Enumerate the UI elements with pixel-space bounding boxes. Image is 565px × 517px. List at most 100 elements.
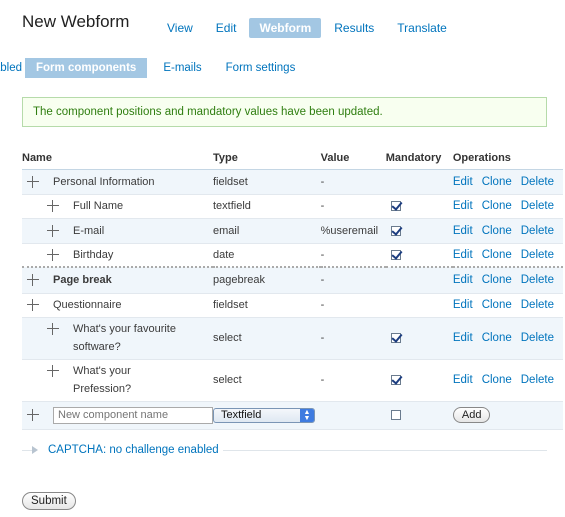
- tab-webform[interactable]: Webform: [249, 18, 322, 38]
- status-message: The component positions and mandatory va…: [22, 97, 547, 127]
- header-value: Value: [320, 147, 386, 170]
- drag-handle-icon[interactable]: [27, 299, 39, 311]
- mandatory-checkbox[interactable]: [390, 201, 401, 212]
- clone-link[interactable]: Clone: [482, 332, 512, 344]
- delete-link[interactable]: Delete: [521, 299, 554, 311]
- component-value: -: [320, 359, 386, 402]
- mandatory-checkbox[interactable]: [390, 375, 401, 386]
- tab-edit[interactable]: Edit: [206, 18, 247, 38]
- operations-cell: Edit Clone Delete: [452, 218, 563, 244]
- mandatory-checkbox[interactable]: [390, 249, 401, 260]
- component-value: [320, 401, 386, 430]
- drag-handle-icon[interactable]: [47, 323, 59, 335]
- tab-form-settings[interactable]: Form settings: [218, 58, 304, 78]
- component-type: email: [213, 218, 321, 244]
- tab-enabled[interactable]: Enabled: [0, 58, 22, 78]
- tab-results[interactable]: Results: [324, 18, 384, 38]
- component-type: fieldset: [213, 169, 321, 195]
- secondary-tabs: Enabled Form components E-mails Form set…: [0, 58, 303, 78]
- header-mandatory: Mandatory: [385, 147, 453, 170]
- component-name: Birthday: [73, 248, 114, 261]
- captcha-legend[interactable]: CAPTCHA: no challenge enabled: [32, 444, 223, 456]
- edit-link[interactable]: Edit: [453, 200, 473, 212]
- clone-link[interactable]: Clone: [482, 249, 512, 261]
- edit-link[interactable]: Edit: [453, 299, 473, 311]
- drag-handle-icon[interactable]: [27, 175, 39, 188]
- delete-link[interactable]: Delete: [521, 249, 554, 261]
- operations-cell: Edit Clone Delete: [452, 293, 563, 318]
- tab-form-components[interactable]: Form components: [25, 58, 148, 78]
- delete-link[interactable]: Delete: [521, 176, 554, 188]
- header-name: Name: [22, 147, 213, 170]
- component-value: %useremail: [320, 218, 386, 244]
- triangle-right-icon: [32, 446, 38, 454]
- drag-handle-icon[interactable]: [47, 224, 59, 237]
- component-value: -: [320, 317, 386, 360]
- component-name: What's your favourite software?: [73, 320, 176, 356]
- edit-link[interactable]: Edit: [453, 274, 473, 286]
- select-arrows-icon: ▲ ▼: [300, 408, 314, 422]
- delete-link[interactable]: Delete: [521, 332, 554, 344]
- tab-enabled-label: Enabled: [0, 62, 22, 74]
- table-row: Personal Information fieldset - Edit Clon…: [22, 169, 563, 195]
- delete-link[interactable]: Delete: [521, 274, 554, 286]
- operations-cell: Edit Clone Delete: [452, 169, 563, 195]
- component-value: -: [320, 194, 386, 219]
- operations-cell: Edit Clone Delete: [452, 317, 563, 360]
- component-type: date: [213, 243, 321, 268]
- drag-handle-icon[interactable]: [27, 274, 39, 287]
- component-name-line1: What's your favourite: [73, 323, 176, 335]
- component-name: Page break: [53, 274, 112, 287]
- clone-link[interactable]: Clone: [482, 274, 512, 286]
- tab-view[interactable]: View: [157, 18, 203, 38]
- delete-link[interactable]: Delete: [521, 374, 554, 386]
- clone-link[interactable]: Clone: [482, 374, 512, 386]
- table-row: Birthday date - Edit Clone Delete: [22, 243, 563, 268]
- add-button[interactable]: Add: [452, 407, 491, 423]
- component-type: pagebreak: [213, 266, 321, 294]
- component-type-select[interactable]: Textfield ▲ ▼: [213, 407, 315, 423]
- edit-link[interactable]: Edit: [453, 225, 473, 237]
- edit-link[interactable]: Edit: [453, 249, 473, 261]
- operations-cell: Edit Clone Delete: [452, 359, 563, 402]
- operations-cell: Edit Clone Delete: [452, 243, 563, 268]
- component-name: What's your Prefession?: [73, 362, 131, 398]
- drag-handle-icon[interactable]: [47, 365, 59, 377]
- new-component-name-input[interactable]: [53, 406, 213, 424]
- component-type: select: [213, 359, 321, 402]
- tab-emails[interactable]: E-mails: [155, 58, 209, 78]
- drag-handle-icon[interactable]: [47, 248, 59, 261]
- mandatory-cell: [385, 194, 453, 219]
- mandatory-cell: [385, 218, 453, 244]
- captcha-fieldset: CAPTCHA: no challenge enabled: [22, 444, 547, 456]
- delete-link[interactable]: Delete: [521, 225, 554, 237]
- mandatory-cell: [385, 401, 453, 430]
- mandatory-checkbox[interactable]: [390, 333, 401, 344]
- operations-cell: Add: [452, 401, 563, 430]
- mandatory-checkbox[interactable]: [390, 225, 401, 236]
- clone-link[interactable]: Clone: [482, 299, 512, 311]
- operations-cell: Edit Clone Delete: [452, 266, 563, 294]
- table-row: E-mail email %useremail Edit Clone Delete: [22, 218, 563, 244]
- drag-handle-icon[interactable]: [27, 409, 39, 421]
- captcha-label[interactable]: CAPTCHA: no challenge enabled: [48, 444, 219, 456]
- edit-link[interactable]: Edit: [453, 176, 473, 188]
- edit-link[interactable]: Edit: [453, 374, 473, 386]
- clone-link[interactable]: Clone: [482, 225, 512, 237]
- clone-link[interactable]: Clone: [482, 176, 512, 188]
- clone-link[interactable]: Clone: [482, 200, 512, 212]
- primary-tabs: View Edit Webform Results Translate: [157, 18, 460, 38]
- delete-link[interactable]: Delete: [521, 200, 554, 212]
- drag-handle-icon[interactable]: [47, 200, 59, 212]
- table-header-row: Name Type Value Mandatory Operations: [22, 147, 563, 170]
- submit-button[interactable]: Submit: [22, 492, 76, 510]
- table-row: What's your Prefession? select - Edit Clon…: [22, 359, 563, 402]
- tab-translate[interactable]: Translate: [387, 18, 457, 38]
- component-name-line2: software?: [73, 341, 121, 353]
- component-name-line1: What's your: [73, 365, 131, 377]
- page-title: New Webform: [22, 12, 130, 31]
- mandatory-cell: [385, 317, 453, 360]
- header-type: Type: [213, 147, 321, 170]
- edit-link[interactable]: Edit: [453, 332, 473, 344]
- new-mandatory-checkbox[interactable]: [390, 410, 401, 421]
